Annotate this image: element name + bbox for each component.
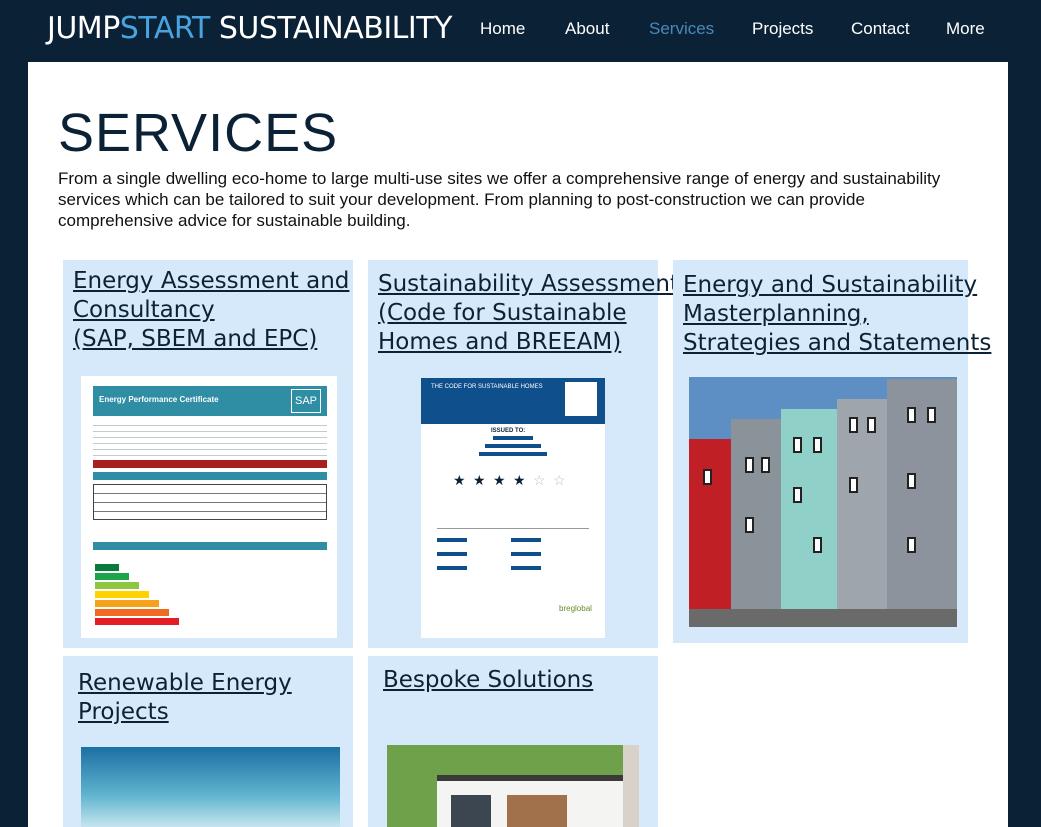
csh-bar (437, 552, 467, 556)
nav-services[interactable]: Services (649, 19, 714, 39)
epc-band (95, 618, 179, 625)
epc-details (93, 422, 327, 456)
service-title-line: Consultancy (73, 297, 215, 323)
nav-contact[interactable]: Contact (851, 19, 910, 39)
site-header: JUMPSTART SUSTAINABILITY Home About Serv… (0, 0, 1041, 62)
window (867, 417, 876, 433)
house (887, 379, 957, 609)
window (849, 477, 858, 493)
house (731, 419, 781, 609)
service-title-line: Masterplanning, (683, 301, 869, 327)
star-empty-icon: ☆ (533, 472, 546, 488)
epc-band (95, 609, 169, 616)
epc-band (95, 600, 159, 607)
service-title-line: Sustainability Assessment (378, 271, 680, 297)
epc-rating-bar (93, 542, 327, 550)
row-houses-image[interactable] (689, 377, 957, 627)
window (761, 457, 770, 473)
csh-divider (437, 528, 589, 529)
epc-band (95, 564, 119, 571)
csh-bar (479, 452, 547, 456)
service-title-line: Strategies and Statements (683, 330, 992, 356)
house-cladding (507, 795, 567, 827)
csh-header-bar: THE CODE FOR SUSTAINABLE HOMES (421, 378, 605, 424)
epc-certificate-image[interactable]: Energy Performance Certificate SAP (81, 376, 337, 638)
main-nav: Home About Services Projects Contact Mor… (0, 19, 1041, 41)
star-icon: ★ (453, 472, 466, 488)
window (907, 407, 916, 423)
window (745, 517, 754, 533)
csh-bar (511, 566, 541, 570)
nav-more[interactable]: More (946, 19, 985, 39)
service-title-line: Projects (78, 699, 169, 725)
house (689, 439, 731, 609)
intro-paragraph: From a single dwelling eco-home to large… (58, 169, 941, 230)
house (781, 409, 837, 609)
window (907, 473, 916, 489)
epc-heading: Energy Performance Certificate (99, 395, 219, 404)
service-title-line: Homes and BREEAM) (378, 329, 622, 355)
csh-issued-to: ISSUED TO: (491, 428, 526, 434)
house (837, 399, 887, 609)
service-title-line: Renewable Energy (78, 670, 292, 696)
epc-cost-table (93, 484, 327, 520)
house-roof (437, 775, 627, 781)
star-icon: ★ (513, 472, 526, 488)
epc-section-bar (93, 472, 327, 480)
window (813, 437, 822, 453)
service-link-sustainability-assessment[interactable]: Sustainability Assessment (Code for Sust… (378, 270, 679, 357)
window (927, 407, 936, 423)
csh-bar (511, 538, 541, 542)
csh-bar (493, 436, 533, 440)
service-title-line: Energy Assessment and (73, 268, 350, 294)
csh-certificate-image[interactable]: THE CODE FOR SUSTAINABLE HOMES ISSUED TO… (421, 378, 605, 638)
csh-logo (565, 382, 597, 416)
window (907, 537, 916, 553)
star-icon: ★ (473, 472, 486, 488)
csh-heading: THE CODE FOR SUSTAINABLE HOMES (431, 384, 543, 390)
eco-house-image[interactable] (387, 745, 639, 827)
window (793, 437, 802, 453)
house-window (451, 795, 491, 827)
service-title-line: (SAP, SBEM and EPC) (73, 326, 318, 352)
epc-band (95, 573, 129, 580)
epc-header-bar: Energy Performance Certificate SAP (93, 386, 327, 416)
nav-projects[interactable]: Projects (752, 19, 813, 39)
epc-band (95, 582, 139, 589)
neighbour-wall (623, 745, 639, 827)
service-link-masterplanning[interactable]: Energy and Sustainability Masterplanning… (683, 271, 991, 358)
service-link-renewable-energy[interactable]: Renewable Energy Projects (78, 669, 292, 727)
window (849, 417, 858, 433)
window (793, 487, 802, 503)
csh-bar (511, 552, 541, 556)
service-title-line: Bespoke Solutions (383, 667, 594, 693)
window (703, 469, 712, 485)
window (745, 457, 754, 473)
nav-about[interactable]: About (565, 19, 609, 39)
csh-bar (437, 538, 467, 542)
epc-band (95, 591, 149, 598)
csh-bar (437, 566, 467, 570)
window (813, 537, 822, 553)
street (689, 609, 957, 627)
star-icon: ★ (493, 472, 506, 488)
service-link-energy-assessment[interactable]: Energy Assessment and Consultancy (SAP, … (73, 267, 349, 354)
page-title: SERVICES (58, 103, 339, 163)
nav-home[interactable]: Home (480, 19, 525, 39)
wind-turbine-image[interactable] (81, 747, 340, 827)
sap-badge: SAP (291, 389, 321, 413)
bre-global-logo: breglobal (559, 604, 592, 613)
epc-cost-bar (93, 460, 327, 468)
service-link-bespoke-solutions[interactable]: Bespoke Solutions (383, 666, 593, 695)
csh-bar (485, 444, 541, 448)
service-title-line: Energy and Sustainability (683, 272, 978, 298)
service-title-line: (Code for Sustainable (378, 300, 627, 326)
star-empty-icon: ☆ (553, 472, 566, 488)
